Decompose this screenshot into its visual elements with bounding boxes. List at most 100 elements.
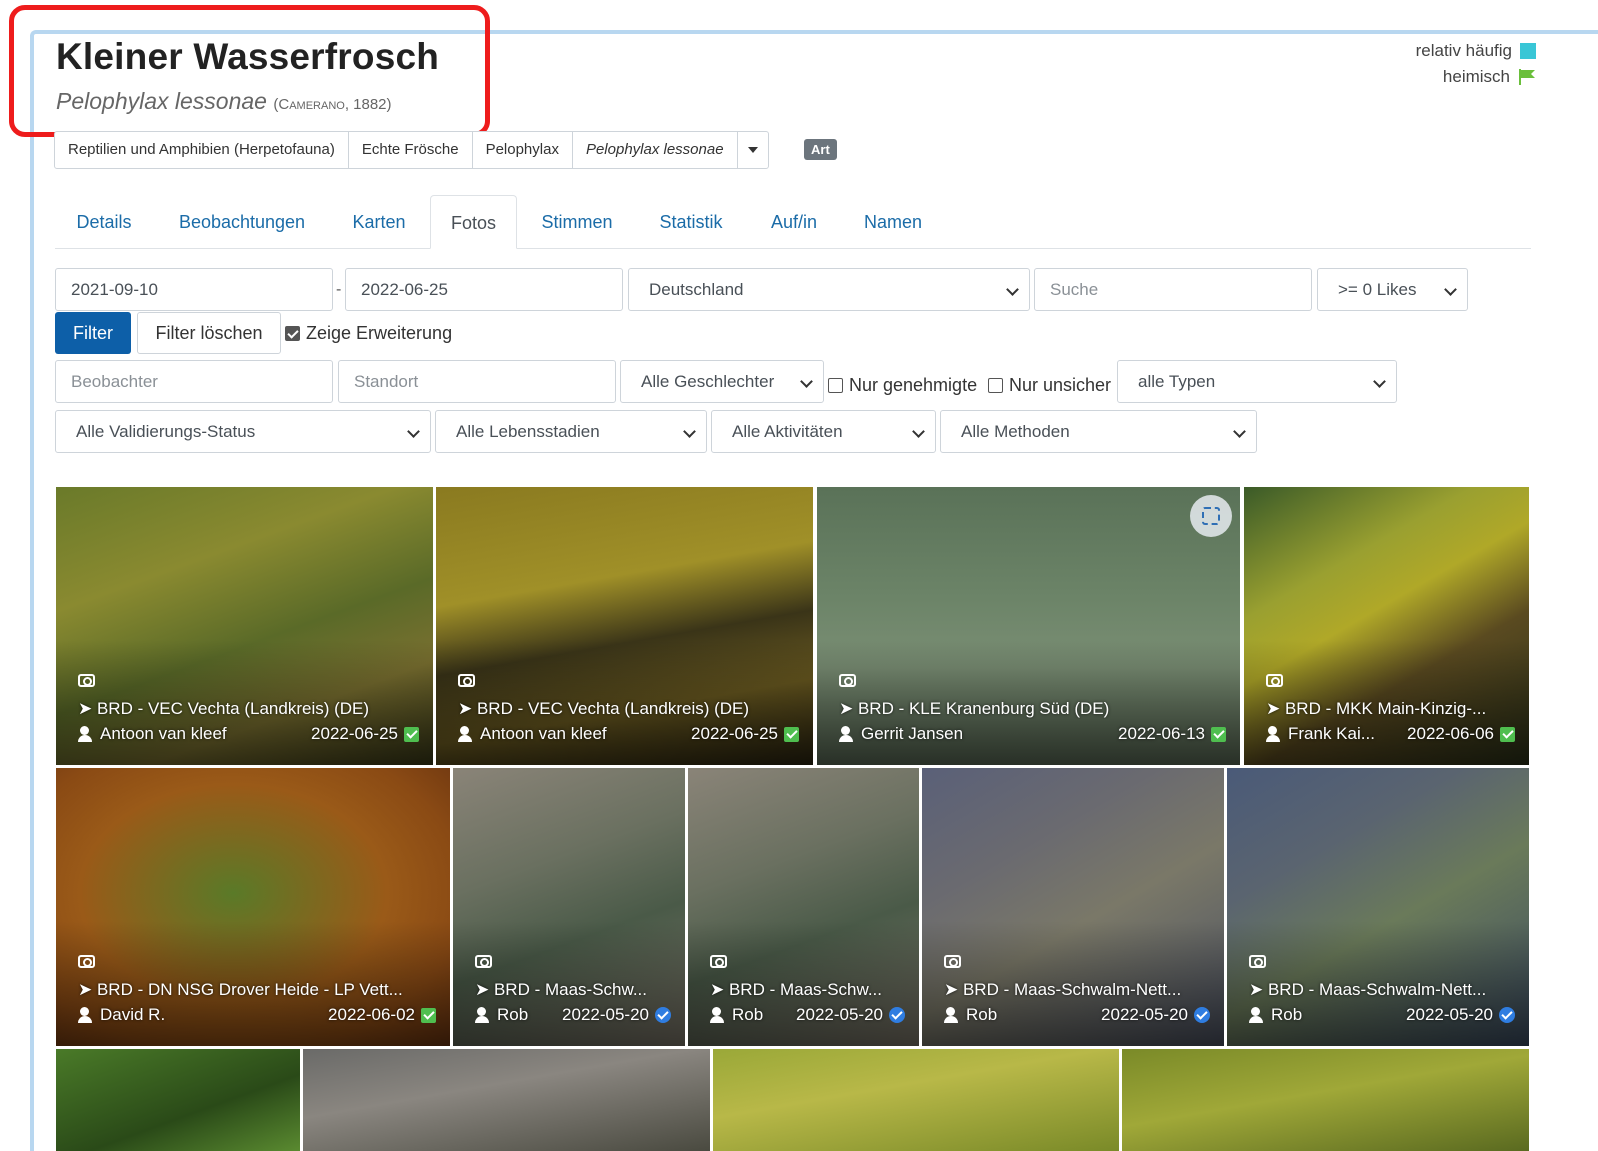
checkbox-checked-icon[interactable] — [285, 326, 300, 341]
date-to-input[interactable]: 2022-06-25 — [345, 268, 623, 311]
scan-icon — [1202, 507, 1220, 525]
photo-observer[interactable]: David R. — [78, 1005, 320, 1025]
types-select[interactable]: alle Typen — [1117, 360, 1397, 403]
photo-card[interactable] — [1122, 1049, 1529, 1151]
tab-beobachtungen[interactable]: Beobachtungen — [161, 195, 323, 249]
breadcrumb-item-family[interactable]: Echte Frösche — [347, 131, 473, 169]
photo-location: ➤ BRD - Maas-Schw... — [475, 980, 648, 999]
photo-date: 2022-05-20 — [1406, 1005, 1493, 1024]
life-stage-select[interactable]: Alle Lebensstadien — [435, 410, 707, 453]
only-uncertain-checkbox[interactable]: Nur unsicher — [988, 375, 1111, 396]
sex-select[interactable]: Alle Geschlechter — [620, 360, 824, 403]
breadcrumb-dropdown-button[interactable] — [736, 131, 769, 169]
camera-icon — [944, 955, 961, 968]
date-from-input[interactable]: 2021-09-10 — [55, 268, 333, 311]
photo-card[interactable]: ➤ BRD - VEC Vechta (Landkreis) (DE) Anto… — [56, 487, 433, 765]
photo-date: 2022-06-02 — [328, 1005, 415, 1024]
validation-select[interactable]: Alle Validierungs-Status — [55, 410, 431, 453]
chevron-down-icon — [1444, 283, 1457, 296]
verified-badge-icon — [889, 1007, 905, 1023]
camera-icon — [78, 674, 95, 687]
country-select[interactable]: Deutschland — [628, 268, 1030, 311]
approved-check-icon — [421, 1007, 436, 1023]
verified-badge-icon — [655, 1007, 671, 1023]
photo-location: ➤ BRD - VEC Vechta (Landkreis) (DE) — [458, 699, 750, 718]
method-select[interactable]: Alle Methoden — [940, 410, 1257, 453]
photo-date: 2022-06-25 — [691, 724, 778, 743]
validation-select-value: Alle Validierungs-Status — [76, 422, 256, 441]
breadcrumb-item-genus[interactable]: Pelophylax — [471, 131, 573, 169]
photo-card[interactable] — [713, 1049, 1119, 1151]
tab-auf-in[interactable]: Auf/in — [756, 195, 832, 249]
image-scan-button[interactable] — [1190, 495, 1232, 537]
photo-card[interactable]: ➤ BRD - MKK Main-Kinzig-... Frank Kai...… — [1244, 487, 1529, 765]
activity-select[interactable]: Alle Aktivitäten — [711, 410, 936, 453]
tab-statistik[interactable]: Statistik — [645, 195, 737, 249]
chevron-down-icon — [683, 425, 696, 438]
tab-stimmen[interactable]: Stimmen — [529, 195, 625, 249]
likes-select[interactable]: >= 0 Likes — [1317, 268, 1468, 311]
photo-observer[interactable]: Rob — [710, 1005, 788, 1025]
filter-button[interactable]: Filter — [55, 312, 131, 354]
photo-date: 2022-05-20 — [796, 1005, 883, 1024]
tab-details[interactable]: Details — [55, 195, 153, 249]
likes-select-value: >= 0 Likes — [1338, 280, 1417, 299]
rank-badge: Art — [804, 139, 837, 160]
photo-observer[interactable]: Rob — [475, 1005, 554, 1025]
frequency-status: relativ häufig — [1416, 38, 1536, 64]
photo-date: 2022-06-25 — [311, 724, 398, 743]
photo-observer[interactable]: Rob — [1249, 1005, 1398, 1025]
approved-check-icon — [1211, 726, 1226, 742]
camera-icon — [475, 955, 492, 968]
verified-badge-icon — [1499, 1007, 1515, 1023]
photo-card[interactable]: ➤ BRD - Maas-Schw... Rob 2022-05-20 — [453, 768, 685, 1046]
chevron-down-icon — [800, 375, 813, 388]
chevron-down-icon — [747, 147, 758, 153]
show-extension-label: Zeige Erweiterung — [306, 323, 453, 343]
photo-location: ➤ BRD - Maas-Schw... — [710, 980, 883, 999]
clear-filter-button[interactable]: Filter löschen — [137, 312, 281, 354]
breadcrumb-item-class[interactable]: Reptilien und Amphibien (Herpetofauna) — [54, 131, 349, 169]
date-range-separator: - — [336, 281, 342, 298]
approved-check-icon — [784, 726, 799, 742]
life-stage-select-value: Alle Lebensstadien — [456, 422, 600, 441]
verified-badge-icon — [1194, 1007, 1210, 1023]
photo-date: 2022-05-20 — [562, 1005, 649, 1024]
checkbox-icon[interactable] — [828, 378, 843, 393]
show-extension-checkbox[interactable]: Zeige Erweiterung — [285, 323, 452, 344]
search-input[interactable]: Suche — [1034, 268, 1312, 311]
chevron-down-icon — [1373, 375, 1386, 388]
photo-card[interactable]: ➤ BRD - DN NSG Drover Heide - LP Vett...… — [56, 768, 450, 1046]
photo-card[interactable]: ➤ BRD - VEC Vechta (Landkreis) (DE) Anto… — [436, 487, 813, 765]
observer-input[interactable]: Beobachter — [55, 360, 333, 403]
photo-card[interactable] — [303, 1049, 710, 1151]
photo-location: ➤ BRD - MKK Main-Kinzig-... — [1266, 699, 1487, 718]
photo-observer[interactable]: Antoon van kleef — [78, 724, 303, 744]
photo-observer[interactable]: Frank Kai... — [1266, 724, 1399, 744]
activity-select-value: Alle Aktivitäten — [732, 422, 843, 441]
photo-observer[interactable]: Gerrit Jansen — [839, 724, 1110, 744]
photo-card[interactable]: ➤ BRD - Maas-Schwalm-Nett... Rob 2022-05… — [922, 768, 1224, 1046]
photo-card[interactable] — [56, 1049, 300, 1151]
photo-observer[interactable]: Antoon van kleef — [458, 724, 683, 744]
photo-card[interactable]: ➤ BRD - Maas-Schw... Rob 2022-05-20 — [688, 768, 919, 1046]
sex-select-value: Alle Geschlechter — [641, 372, 775, 391]
tab-fotos[interactable]: Fotos — [430, 195, 517, 249]
location-input[interactable]: Standort — [338, 360, 616, 403]
camera-icon — [78, 955, 95, 968]
breadcrumb-item-species[interactable]: Pelophylax lessonae — [571, 131, 738, 169]
chevron-down-icon — [912, 425, 925, 438]
only-approved-checkbox[interactable]: Nur genehmigte — [828, 375, 977, 396]
tab-karten[interactable]: Karten — [337, 195, 421, 249]
photo-date: 2022-06-13 — [1118, 724, 1205, 743]
frequency-square-icon — [1520, 43, 1536, 59]
photo-observer[interactable]: Rob — [944, 1005, 1093, 1025]
checkbox-icon[interactable] — [988, 378, 1003, 393]
photo-card[interactable]: ➤ BRD - Maas-Schwalm-Nett... Rob 2022-05… — [1227, 768, 1529, 1046]
photo-location: ➤ BRD - Maas-Schwalm-Nett... — [1249, 980, 1487, 999]
photo-location: ➤ BRD - KLE Kranenburg Süd (DE) — [839, 699, 1110, 718]
tab-namen[interactable]: Namen — [851, 195, 935, 249]
photo-location: ➤ BRD - Maas-Schwalm-Nett... — [944, 980, 1182, 999]
origin-status: heimisch — [1416, 64, 1536, 90]
photo-card[interactable]: ➤ BRD - KLE Kranenburg Süd (DE) Gerrit J… — [817, 487, 1240, 765]
